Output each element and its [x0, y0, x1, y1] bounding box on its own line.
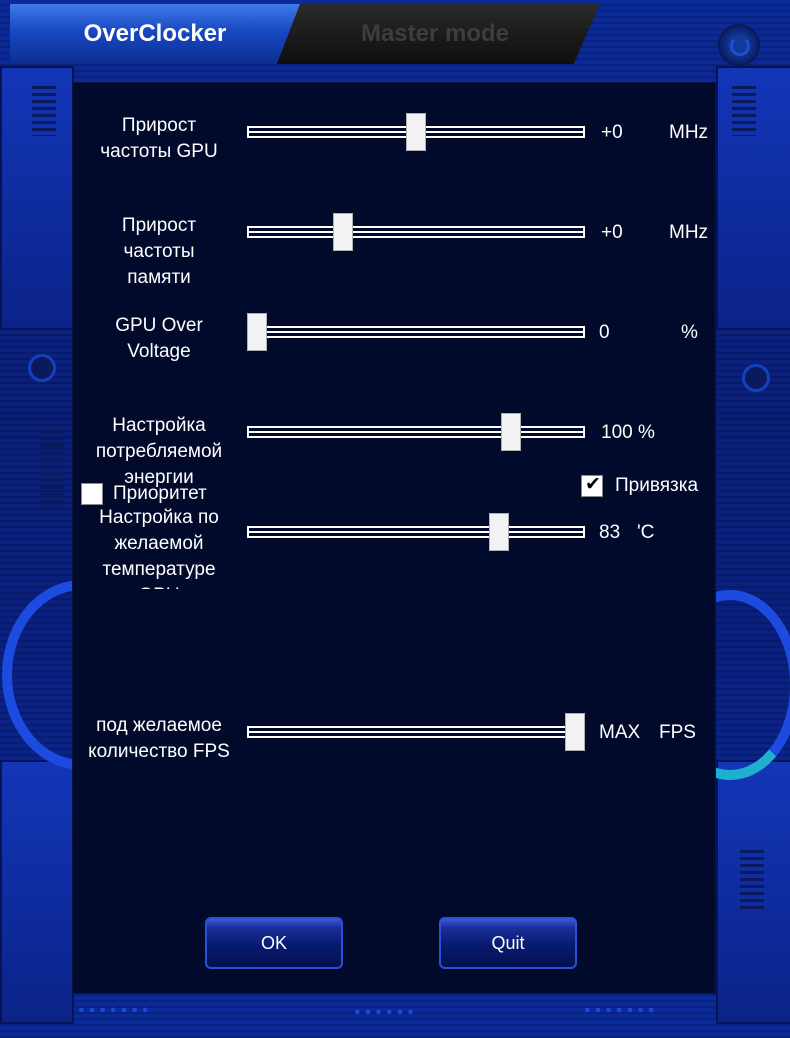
gpu-clock-label: Прирост частоты GPU — [100, 115, 218, 162]
checkmark-icon: ✔ — [585, 474, 601, 495]
power-label: Настройка потребляемой энергии — [95, 415, 223, 488]
settings-panel: Прирост частоты GPU +0 MHz Прирост часто… — [72, 82, 716, 994]
temp-slider[interactable] — [247, 526, 585, 538]
vent-left-mid — [40, 430, 64, 510]
ok-button[interactable]: OK — [205, 917, 343, 969]
link-checkbox[interactable]: ✔ — [581, 474, 603, 497]
gpu-clock-value: +0 — [601, 122, 623, 143]
temp-unit: 'C — [637, 522, 655, 543]
screw-right — [742, 364, 770, 392]
voltage-unit: % — [681, 322, 698, 343]
vent-right-bottom — [740, 850, 764, 910]
dots-bottom-left: ●●●●●●● — [78, 1004, 153, 1016]
link-checkbox-label: Привязка — [615, 475, 699, 496]
mem-clock-unit: MHz — [669, 222, 709, 243]
tab-overclocker[interactable]: OverClocker — [10, 4, 300, 64]
dots-bottom-center: ●●●●●● — [354, 1006, 418, 1018]
fps-slider-thumb[interactable] — [565, 713, 585, 751]
mem-clock-label: Прирост частоты памяти — [121, 215, 197, 288]
voltage-slider-thumb[interactable] — [247, 313, 267, 351]
screw-left — [28, 354, 56, 382]
mem-clock-slider-thumb[interactable] — [332, 213, 353, 251]
mem-clock-slider[interactable] — [247, 226, 585, 238]
temp-value: 83 — [599, 522, 621, 543]
voltage-value: 0 — [599, 322, 610, 343]
gpu-clock-slider-thumb[interactable] — [406, 113, 426, 151]
priority-checkbox-label: Приоритет — [113, 483, 207, 504]
power-icon[interactable] — [718, 24, 760, 66]
power-value: 100 % — [601, 422, 655, 443]
voltage-slider[interactable] — [247, 326, 585, 338]
fps-value: MAX — [599, 722, 641, 743]
quit-button[interactable]: Quit — [439, 917, 577, 969]
tab-master-mode[interactable]: Master mode — [270, 4, 600, 64]
vent-left-top — [32, 86, 56, 136]
temp-label: Настройка по желаемой температуре GPU — [99, 507, 219, 589]
priority-checkbox[interactable] — [81, 483, 103, 505]
power-slider-thumb[interactable] — [501, 413, 522, 451]
mem-clock-value: +0 — [601, 222, 623, 243]
fps-unit: FPS — [659, 722, 696, 743]
voltage-label: GPU Over Voltage — [115, 315, 203, 362]
vent-right-top — [732, 86, 756, 136]
fps-slider[interactable] — [247, 726, 585, 738]
fps-label: под желаемое количество FPS — [88, 715, 230, 762]
frame-left-lower — [0, 760, 74, 1024]
temp-slider-thumb[interactable] — [488, 513, 509, 551]
dots-bottom-right: ●●●●●●● — [584, 1004, 659, 1016]
power-slider[interactable] — [247, 426, 585, 438]
gpu-clock-unit: MHz — [669, 122, 709, 143]
